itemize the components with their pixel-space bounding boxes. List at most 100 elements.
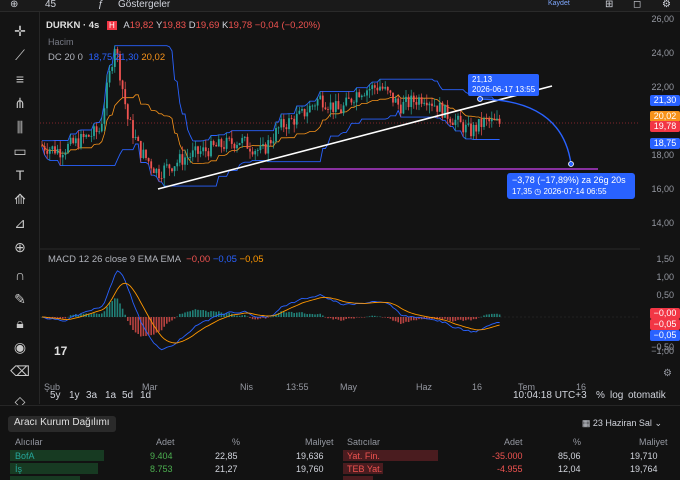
candle [51, 145, 54, 154]
interval-count[interactable]: 45 [45, 0, 56, 10]
macd-histogram-bar [337, 317, 340, 320]
macd-hist-tag: −0,00 [650, 308, 680, 319]
candle [199, 145, 202, 158]
stay-drawing-icon[interactable]: ✎ [10, 290, 30, 308]
candle [256, 148, 259, 157]
percent-toggle[interactable]: % [596, 390, 605, 401]
trash-icon[interactable]: ⌫ [10, 362, 30, 380]
tf-5y[interactable]: 5y [50, 390, 61, 401]
seller-name[interactable]: Yat. Fin. [347, 451, 380, 461]
ruler-icon[interactable]: ⊿ [10, 214, 30, 232]
dc-legend[interactable]: DC 20 0 18,75 21,30 20,02 [48, 52, 165, 63]
indicators-button[interactable]: Göstergeler [118, 0, 170, 10]
macd-histogram-bar [62, 317, 64, 319]
text-icon[interactable]: T [10, 166, 30, 184]
candle [314, 103, 316, 111]
chart-icon[interactable]: ⊞ [605, 0, 613, 10]
projection-start-point[interactable] [477, 96, 483, 102]
date-selector[interactable]: ▦ 23 Haziran Sal ⌄ [582, 418, 662, 429]
macd-histogram-bar [410, 317, 412, 321]
fib-icon[interactable]: ⫼ [10, 118, 30, 136]
candle [64, 149, 67, 160]
buyer-name[interactable]: İş [15, 464, 22, 474]
auto-toggle[interactable]: otomatik [628, 390, 666, 401]
camera-icon[interactable]: ◻ [633, 0, 641, 10]
macd-histogram-bar [205, 310, 207, 317]
projection-end-point[interactable] [568, 161, 574, 167]
buyer-name[interactable]: BofA [15, 451, 35, 461]
macd-histogram-bar [272, 316, 275, 317]
candle [168, 163, 171, 176]
save-button[interactable]: Kaydet [548, 0, 570, 7]
macd-label: MACD 12 26 close 9 EMA EMA [48, 254, 181, 265]
price-scale[interactable]: 26,00 24,00 22,00 18,00 16,00 14,00 21,3… [640, 12, 680, 382]
macd-histogram-bar [457, 317, 459, 320]
ohlc-legend: DURKN · 4s H A19,82 Y19,83 D19,69 K19,78… [46, 20, 320, 31]
rectangle-icon[interactable]: ▭ [10, 142, 30, 160]
candle [137, 135, 140, 142]
trendline-label[interactable]: 21,13 2026-06-17 13:55 [468, 74, 540, 96]
candle [423, 98, 426, 106]
log-toggle[interactable]: log [610, 390, 623, 401]
macd-tick: 0,50 [656, 290, 674, 300]
close-value: 19,78 [228, 20, 253, 31]
candle [147, 157, 150, 165]
tf-5d[interactable]: 5d [122, 390, 133, 401]
prediction-icon[interactable]: ⟰ [10, 190, 30, 208]
settings-icon[interactable]: ⚙ [662, 0, 671, 10]
lock-icon[interactable]: 🔒︎ [10, 314, 30, 332]
candle [480, 111, 483, 136]
macd-histogram-bar [192, 310, 194, 317]
macd-histogram-bar [283, 311, 285, 317]
macd-histogram-bar [116, 298, 119, 317]
candle [176, 159, 179, 171]
macd-histogram-bar [241, 315, 243, 317]
candle [425, 94, 428, 111]
macd-histogram-bar [298, 312, 301, 317]
candle [431, 97, 433, 112]
candle [191, 142, 194, 162]
candle [82, 130, 85, 144]
candle [285, 123, 288, 137]
eye-icon[interactable]: ◉ [10, 338, 30, 356]
macd-histogram-bar [132, 317, 134, 330]
symbol-label[interactable]: DURKN · 4s [46, 20, 99, 31]
scale-settings-icon[interactable]: ⚙ [663, 368, 672, 379]
macd-histogram-bar [345, 317, 347, 319]
candle [306, 104, 309, 124]
projection-arc[interactable] [479, 98, 572, 165]
pitchfork-icon[interactable]: ⋔ [10, 94, 30, 112]
indicators-icon[interactable]: ƒ [98, 0, 104, 10]
candle [95, 122, 98, 140]
sellers-header: Satıcılar [347, 437, 381, 447]
candle [332, 102, 335, 120]
tf-1a[interactable]: 1a [105, 390, 116, 401]
macd-legend[interactable]: MACD 12 26 close 9 EMA EMA −0,00 −0,05 −… [48, 254, 264, 265]
chart-area[interactable]: 17 DURKN · 4s H A19,82 Y19,83 D19,69 K19… [40, 12, 640, 392]
volume-legend[interactable]: Hacim [48, 37, 74, 47]
macd-histogram-bar [137, 317, 139, 334]
tf-1d[interactable]: 1d [140, 390, 151, 401]
panel-title[interactable]: Aracı Kurum Dağılımı [8, 416, 116, 432]
macd-histogram-bar [405, 317, 407, 322]
macd-histogram-bar [147, 317, 150, 336]
candle [223, 140, 225, 152]
crosshair-icon[interactable]: ✛ [10, 22, 30, 40]
candle [46, 143, 49, 159]
horizontal-lines-icon[interactable]: ≡ [10, 70, 30, 88]
zoom-icon[interactable]: ⊕ [10, 238, 30, 256]
tf-1y[interactable]: 1y [69, 390, 80, 401]
change-value: −0,04 (−0,20%) [254, 20, 321, 31]
tf-3a[interactable]: 3a [86, 390, 97, 401]
support-trendline[interactable] [157, 85, 553, 190]
projection-label[interactable]: −3,78 (−17,89%) za 26g 20s 17,35 ◷ 2026-… [507, 173, 635, 199]
add-icon[interactable]: ⊕ [10, 0, 18, 10]
price-tick: 14,00 [651, 218, 674, 228]
seller-name[interactable]: TEB Yat. [347, 464, 382, 474]
trendline-icon[interactable]: ⟋ [10, 46, 30, 64]
candle [485, 113, 488, 126]
chevron-down-icon: ⌄ [654, 418, 662, 428]
magnet-icon[interactable]: ∩ [10, 266, 30, 284]
candle [321, 91, 324, 112]
macd-histogram-bar [158, 317, 160, 332]
